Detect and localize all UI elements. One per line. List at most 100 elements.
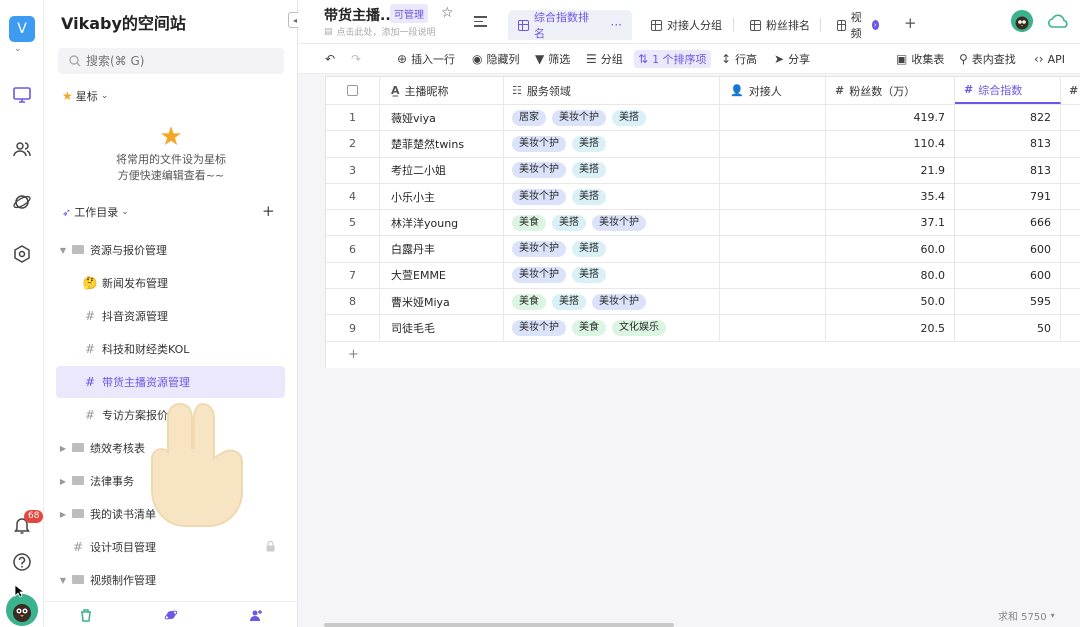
tree-folder-resources[interactable]: ▼ 资源与报价管理: [56, 234, 285, 266]
table-row[interactable]: 6 白露丹丰 美妆个护 美搭 60.0 600: [326, 236, 1080, 263]
workbench-icon[interactable]: [11, 84, 33, 106]
caret-down-icon[interactable]: ▼: [56, 576, 70, 585]
table-row[interactable]: 8 曹米娅Miya 美食 美搭 美妆个护 50.0 595: [326, 289, 1080, 316]
trash-icon[interactable]: [79, 608, 93, 622]
cell-fans[interactable]: 20.5: [826, 315, 955, 341]
star-section-toggle[interactable]: ★ 星标 ⌄: [62, 88, 108, 104]
cell-score[interactable]: 50: [955, 315, 1061, 341]
horizontal-scrollbar[interactable]: [324, 623, 674, 627]
scroll-tabs-icon[interactable]: ›: [871, 20, 879, 30]
cell-contact[interactable]: [720, 183, 826, 210]
caret-right-icon[interactable]: ▶: [56, 477, 70, 486]
cell-name[interactable]: 楚菲楚然twins: [380, 131, 504, 157]
column-header-fans[interactable]: # 粉丝数（万）: [826, 77, 955, 104]
cell-service[interactable]: 美妆个护 美搭: [504, 183, 720, 210]
cell-next[interactable]: [1061, 315, 1080, 340]
work-dir-toggle[interactable]: ➶ 工作目录 ⌄: [62, 204, 129, 220]
hide-columns-button[interactable]: ◉ 隐藏列: [472, 50, 519, 68]
sync-cloud-icon[interactable]: [1047, 12, 1071, 30]
cell-fans[interactable]: 37.1: [826, 210, 955, 236]
cell-contact[interactable]: [720, 157, 826, 183]
api-button[interactable]: ‹› API: [1034, 50, 1065, 68]
tree-item-news[interactable]: 🤔 新闻发布管理: [56, 267, 285, 299]
cell-fans[interactable]: 419.7: [826, 105, 955, 131]
members-icon[interactable]: [11, 138, 33, 160]
cell-score[interactable]: 791: [955, 183, 1061, 210]
cell-name[interactable]: 林洋洋young: [380, 210, 504, 236]
tab-view-fans[interactable]: 粉丝排名: [740, 10, 820, 40]
cell-contact[interactable]: [720, 210, 826, 236]
cell-next[interactable]: [1061, 131, 1080, 156]
cell-score[interactable]: 600: [955, 262, 1061, 289]
tree-item-streamers[interactable]: # 带货主播资源管理: [56, 366, 285, 398]
cell-score[interactable]: 600: [955, 236, 1061, 262]
add-member-icon[interactable]: [249, 608, 263, 622]
cell-service[interactable]: 美妆个护 美搭: [504, 157, 720, 183]
more-dots-icon[interactable]: ···: [611, 18, 622, 32]
sort-button[interactable]: ⇅ 1 个排序项: [634, 50, 711, 68]
cell-service[interactable]: 居家 美妆个护 美搭: [504, 105, 720, 131]
sum-summary[interactable]: 求和 5750 ▾: [998, 608, 1055, 623]
table-row[interactable]: 1 薇娅viya 居家 美妆个护 美搭 419.7 822: [326, 105, 1080, 132]
caret-down-icon[interactable]: ▼: [56, 246, 70, 255]
tree-item-design[interactable]: # 设计项目管理: [56, 531, 285, 563]
table-row[interactable]: 5 林洋洋young 美食 美搭 美妆个护 37.1 666: [326, 210, 1080, 237]
cell-next[interactable]: [1061, 184, 1080, 209]
cell-fans[interactable]: 80.0: [826, 262, 955, 289]
favorite-star-icon[interactable]: ☆: [441, 5, 454, 21]
add-node-button[interactable]: +: [262, 202, 275, 220]
column-header-name[interactable]: A̲ 主播昵称: [380, 77, 504, 104]
table-row[interactable]: 4 小乐小主 美妆个护 美搭 35.4 791: [326, 183, 1080, 211]
tab-view-score[interactable]: 综合指数排名 ···: [508, 10, 632, 40]
planet-icon[interactable]: [11, 191, 33, 213]
cell-fans[interactable]: 35.4: [826, 183, 955, 210]
workspace-avatar[interactable]: V: [9, 16, 35, 42]
tab-view-contact-group[interactable]: 对接人分组: [641, 10, 732, 40]
cell-contact[interactable]: [720, 289, 826, 315]
cell-contact[interactable]: [720, 131, 826, 157]
cell-contact[interactable]: [720, 236, 826, 262]
cell-fans[interactable]: 21.9: [826, 157, 955, 183]
collaborator-avatar[interactable]: [1011, 10, 1033, 32]
cell-next[interactable]: [1061, 105, 1080, 130]
cell-fans[interactable]: 50.0: [826, 289, 955, 315]
cell-score[interactable]: 813: [955, 157, 1061, 183]
cell-next[interactable]: [1061, 263, 1080, 288]
cell-service[interactable]: 美妆个护 美搭: [504, 262, 720, 289]
tree-item-kol[interactable]: # 科技和财经类KOL: [56, 333, 285, 365]
user-avatar[interactable]: [6, 594, 38, 626]
group-button[interactable]: ☰ 分组: [586, 50, 623, 68]
table-row[interactable]: 2 楚菲楚然twins 美妆个护 美搭 110.4 813: [326, 131, 1080, 158]
cell-score[interactable]: 666: [955, 210, 1061, 236]
insert-row-button[interactable]: ⊕ 插入一行: [397, 50, 455, 68]
help-icon[interactable]: [11, 551, 33, 573]
redo-button[interactable]: ↷: [351, 50, 361, 68]
table-row[interactable]: 3 考拉二小姐 美妆个护 美搭 21.9 813: [326, 157, 1080, 184]
cell-name[interactable]: 白露丹丰: [380, 236, 504, 262]
cell-name[interactable]: 小乐小主: [380, 183, 504, 210]
sheet-description[interactable]: ▤ 点击此处，添加一段说明: [324, 25, 436, 39]
cell-name[interactable]: 曹米娅Miya: [380, 289, 504, 315]
cell-fans[interactable]: 110.4: [826, 131, 955, 157]
cell-next[interactable]: [1061, 236, 1080, 261]
cell-fans[interactable]: 60.0: [826, 236, 955, 262]
column-header-service[interactable]: ☷ 服务领域: [504, 77, 720, 104]
cell-service[interactable]: 美妆个护 美搭: [504, 236, 720, 262]
find-button[interactable]: ⚲ 表内查找: [959, 50, 1016, 68]
permission-badge[interactable]: 可管理: [390, 4, 428, 23]
cell-contact[interactable]: [720, 105, 826, 131]
column-header-contact[interactable]: 👤 对接人: [720, 77, 826, 104]
planet-icon[interactable]: [164, 608, 178, 622]
tab-view-video[interactable]: 视频 ›: [827, 10, 889, 40]
add-row-button[interactable]: +: [326, 342, 1080, 368]
cell-service[interactable]: 美妆个护 美食 文化娱乐: [504, 315, 720, 341]
cell-name[interactable]: 司徒毛毛: [380, 315, 504, 341]
table-row[interactable]: 7 大萱EMME 美妆个护 美搭 80.0 600: [326, 262, 1080, 290]
sheet-title[interactable]: 带货主播...: [324, 5, 396, 25]
form-button[interactable]: ▣ 收集表: [896, 50, 944, 68]
cell-score[interactable]: 822: [955, 105, 1061, 131]
add-view-button[interactable]: +: [904, 14, 917, 32]
caret-right-icon[interactable]: ▶: [56, 510, 70, 519]
cell-service[interactable]: 美食 美搭 美妆个护: [504, 289, 720, 315]
chevron-down-icon[interactable]: ⌄: [14, 44, 22, 54]
